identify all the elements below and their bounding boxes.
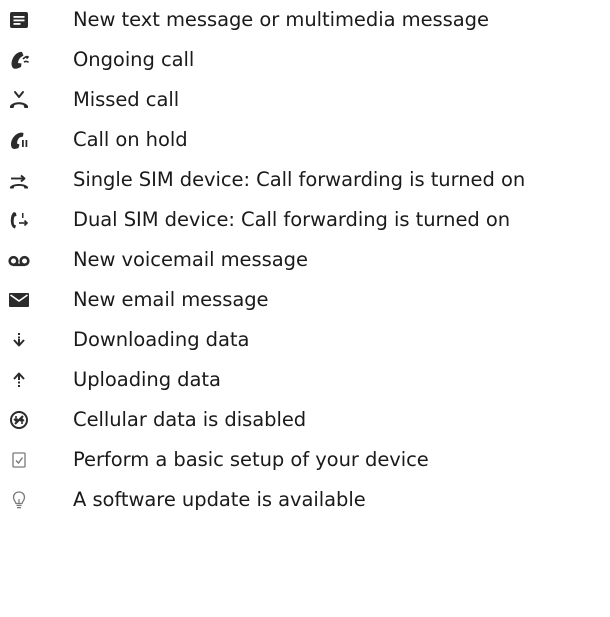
- email-icon: [8, 289, 30, 311]
- cellular-data-disabled-icon: [8, 409, 30, 431]
- call-on-hold-icon: [8, 129, 30, 151]
- list-item-label: Missed call: [73, 88, 180, 111]
- list-item-label: Uploading data: [73, 368, 221, 391]
- list-item-label: Ongoing call: [73, 48, 195, 71]
- list-item: Perform a basic setup of your device: [0, 440, 610, 480]
- list-item-label: Dual SIM device: Call forwarding is turn…: [73, 208, 511, 231]
- list-item: Call on hold: [0, 120, 610, 160]
- setup-checkbox-icon: [8, 449, 30, 471]
- list-item: A software update is available: [0, 480, 610, 520]
- list-item: Downloading data: [0, 320, 610, 360]
- list-item: New text message or multimedia message: [0, 0, 610, 40]
- upload-icon: [8, 369, 30, 391]
- list-item-label: Downloading data: [73, 328, 250, 351]
- list-item: Missed call: [0, 80, 610, 120]
- list-item: Dual SIM device: Call forwarding is turn…: [0, 200, 610, 240]
- list-item-label: A software update is available: [73, 488, 366, 511]
- ongoing-call-icon: [8, 49, 30, 71]
- list-item: Single SIM device: Call forwarding is tu…: [0, 160, 610, 200]
- list-item-label: New voicemail message: [73, 248, 308, 271]
- list-item: Uploading data: [0, 360, 610, 400]
- software-update-icon: [8, 489, 30, 511]
- list-item-label: Cellular data is disabled: [73, 408, 307, 431]
- list-item: Ongoing call: [0, 40, 610, 80]
- download-icon: [8, 329, 30, 351]
- missed-call-icon: [8, 89, 30, 111]
- list-item-label: Call on hold: [73, 128, 188, 151]
- list-item: New email message: [0, 280, 610, 320]
- voicemail-icon: [8, 249, 30, 271]
- call-forwarding-icon: [8, 169, 30, 191]
- message-icon: [8, 9, 30, 31]
- list-item: Cellular data is disabled: [0, 400, 610, 440]
- list-item-label: Perform a basic setup of your device: [73, 448, 429, 471]
- list-item-label: New email message: [73, 288, 269, 311]
- dual-sim-call-forwarding-icon: [8, 209, 30, 231]
- list-item-label: New text message or multimedia message: [73, 8, 489, 31]
- list-item: New voicemail message: [0, 240, 610, 280]
- list-item-label: Single SIM device: Call forwarding is tu…: [73, 168, 526, 191]
